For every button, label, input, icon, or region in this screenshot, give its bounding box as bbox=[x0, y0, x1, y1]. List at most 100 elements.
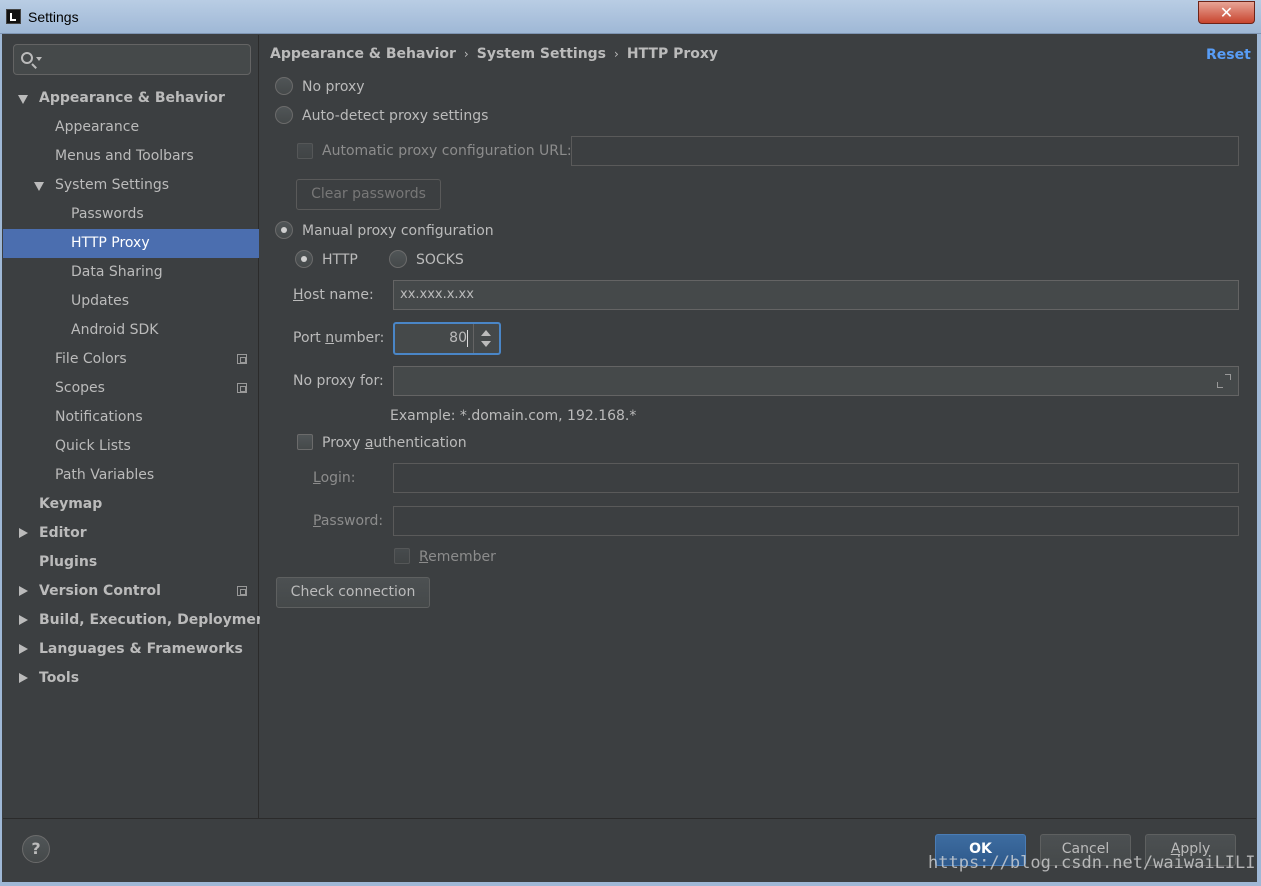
sidebar-item-label: Passwords bbox=[71, 206, 144, 222]
host-name-label: Host name: bbox=[293, 287, 374, 303]
help-button[interactable]: ? bbox=[22, 835, 50, 863]
manual-proxy-label: Manual proxy configuration bbox=[302, 223, 494, 239]
title-bar: Settings ✕ bbox=[0, 0, 1261, 34]
no-proxy-for-label: No proxy for: bbox=[293, 373, 384, 389]
sidebar-item-scopes[interactable]: Scopes bbox=[3, 374, 259, 403]
port-spinner[interactable] bbox=[473, 324, 499, 353]
sidebar-item-label: Updates bbox=[71, 293, 129, 309]
expanded-arrow-icon[interactable] bbox=[34, 182, 44, 191]
password-input[interactable] bbox=[393, 506, 1239, 536]
sidebar-item-label: Path Variables bbox=[55, 467, 155, 483]
login-label: Login: bbox=[313, 470, 356, 486]
spinner-down-icon[interactable] bbox=[481, 341, 491, 347]
intellij-app-icon bbox=[6, 9, 21, 24]
sidebar-item-tools[interactable]: Tools bbox=[3, 664, 259, 693]
remember-label: Remember bbox=[419, 549, 496, 565]
watermark-text: https://blog.csdn.net/waiwaiLILI bbox=[928, 853, 1256, 873]
remember-checkbox[interactable] bbox=[394, 548, 410, 564]
sidebar-item-editor[interactable]: Editor bbox=[3, 519, 259, 548]
sidebar-item-quick-lists[interactable]: Quick Lists bbox=[3, 432, 259, 461]
sidebar-item-build-execution-deployment[interactable]: Build, Execution, Deployment bbox=[3, 606, 273, 635]
sidebar-item-updates[interactable]: Updates bbox=[3, 287, 259, 316]
breadcrumb-separator-icon: › bbox=[614, 47, 619, 61]
sidebar-item-appearance-and-behavior[interactable]: Appearance & Behavior bbox=[3, 84, 259, 113]
breadcrumb-item-appearance-behavior: Appearance & Behavior bbox=[270, 46, 456, 62]
search-icon bbox=[21, 52, 33, 64]
no-proxy-label: No proxy bbox=[302, 79, 365, 95]
sidebar-item-plugins[interactable]: Plugins bbox=[3, 548, 259, 577]
sidebar-item-label: Tools bbox=[39, 670, 80, 686]
sidebar-item-passwords[interactable]: Passwords bbox=[3, 200, 259, 229]
reset-link[interactable]: Reset bbox=[1206, 47, 1251, 63]
close-icon: ✕ bbox=[1219, 3, 1234, 22]
expand-icon[interactable] bbox=[1217, 374, 1231, 388]
no-proxy-for-input[interactable] bbox=[393, 366, 1239, 396]
collapsed-arrow-icon[interactable] bbox=[19, 615, 28, 625]
clear-passwords-button[interactable]: Clear passwords bbox=[296, 179, 441, 210]
port-number-stepper[interactable]: 80 bbox=[393, 322, 501, 355]
sidebar-item-label: Plugins bbox=[39, 554, 98, 570]
proxy-authentication-checkbox[interactable] bbox=[297, 434, 313, 450]
settings-sidebar: Appearance & Behavior Appearance Menus and… bbox=[3, 35, 273, 818]
breadcrumb-separator-icon: › bbox=[463, 47, 469, 61]
sidebar-item-label: Languages & Frameworks bbox=[39, 641, 243, 657]
window-close-button[interactable]: ✕ bbox=[1198, 1, 1255, 24]
settings-search-input[interactable] bbox=[13, 44, 251, 75]
auto-detect-radio[interactable] bbox=[275, 106, 293, 124]
auto-config-url-checkbox[interactable] bbox=[297, 143, 313, 159]
manual-proxy-radio[interactable] bbox=[275, 221, 293, 239]
password-label: Password: bbox=[313, 513, 384, 529]
sidebar-item-label: Editor bbox=[39, 525, 87, 541]
socks-radio[interactable] bbox=[389, 250, 407, 268]
spinner-up-icon[interactable] bbox=[481, 330, 491, 336]
collapsed-arrow-icon[interactable] bbox=[19, 586, 28, 596]
sidebar-item-data-sharing[interactable]: Data Sharing bbox=[3, 258, 259, 287]
sidebar-item-menus-and-toolbars[interactable]: Menus and Toolbars bbox=[3, 142, 259, 171]
http-radio[interactable] bbox=[295, 250, 313, 268]
socks-label: SOCKS bbox=[416, 252, 464, 268]
breadcrumb-item-http-proxy: HTTP Proxy bbox=[626, 46, 719, 62]
check-connection-button[interactable]: Check connection bbox=[276, 577, 430, 608]
sidebar-item-label: Scopes bbox=[55, 380, 105, 396]
breadcrumb-item-system-settings: System Settings bbox=[476, 46, 607, 62]
port-number-input[interactable]: 80 bbox=[395, 324, 471, 353]
http-label: HTTP bbox=[322, 252, 358, 268]
sidebar-item-android-sdk[interactable]: Android SDK bbox=[3, 316, 259, 345]
sidebar-item-label: Appearance & Behavior bbox=[39, 90, 225, 106]
project-level-icon bbox=[237, 586, 247, 596]
port-number-label: Port number: bbox=[293, 330, 385, 346]
sidebar-item-label: Build, Execution, Deployment bbox=[39, 612, 273, 628]
project-level-icon bbox=[237, 354, 247, 364]
sidebar-item-label: Quick Lists bbox=[55, 438, 131, 454]
sidebar-item-label: Menus and Toolbars bbox=[55, 148, 194, 164]
sidebar-item-label: File Colors bbox=[55, 351, 127, 367]
sidebar-item-languages-and-frameworks[interactable]: Languages & Frameworks bbox=[3, 635, 259, 664]
sidebar-item-label: Keymap bbox=[39, 496, 103, 512]
sidebar-item-path-variables[interactable]: Path Variables bbox=[3, 461, 259, 490]
sidebar-item-appearance[interactable]: Appearance bbox=[3, 113, 259, 142]
sidebar-item-label: Version Control bbox=[39, 583, 161, 599]
collapsed-arrow-icon[interactable] bbox=[19, 528, 28, 538]
sidebar-item-version-control[interactable]: Version Control bbox=[3, 577, 259, 606]
project-level-icon bbox=[237, 383, 247, 393]
auto-config-url-input[interactable] bbox=[571, 136, 1239, 166]
proxy-authentication-label: Proxy authentication bbox=[322, 435, 467, 451]
sidebar-item-file-colors[interactable]: File Colors bbox=[3, 345, 259, 374]
sidebar-item-label: HTTP Proxy bbox=[71, 235, 150, 251]
auto-config-url-label: Automatic proxy configuration URL: bbox=[322, 143, 572, 159]
sidebar-item-system-settings[interactable]: System Settings bbox=[3, 171, 259, 200]
sidebar-item-label: Appearance bbox=[55, 119, 140, 135]
window-title: Settings bbox=[28, 9, 79, 25]
expanded-arrow-icon[interactable] bbox=[18, 95, 28, 104]
host-name-input[interactable]: xx.xxx.x.xx bbox=[393, 280, 1239, 310]
auto-detect-label: Auto-detect proxy settings bbox=[302, 108, 489, 124]
collapsed-arrow-icon[interactable] bbox=[19, 673, 28, 683]
sidebar-item-keymap[interactable]: Keymap bbox=[3, 490, 259, 519]
sidebar-item-label: Android SDK bbox=[71, 322, 159, 338]
search-options-chevron-down-icon[interactable] bbox=[36, 57, 42, 61]
login-input[interactable] bbox=[393, 463, 1239, 493]
sidebar-item-notifications[interactable]: Notifications bbox=[3, 403, 259, 432]
sidebar-item-http-proxy[interactable]: HTTP Proxy bbox=[3, 229, 259, 258]
no-proxy-radio[interactable] bbox=[275, 77, 293, 95]
collapsed-arrow-icon[interactable] bbox=[19, 644, 28, 654]
